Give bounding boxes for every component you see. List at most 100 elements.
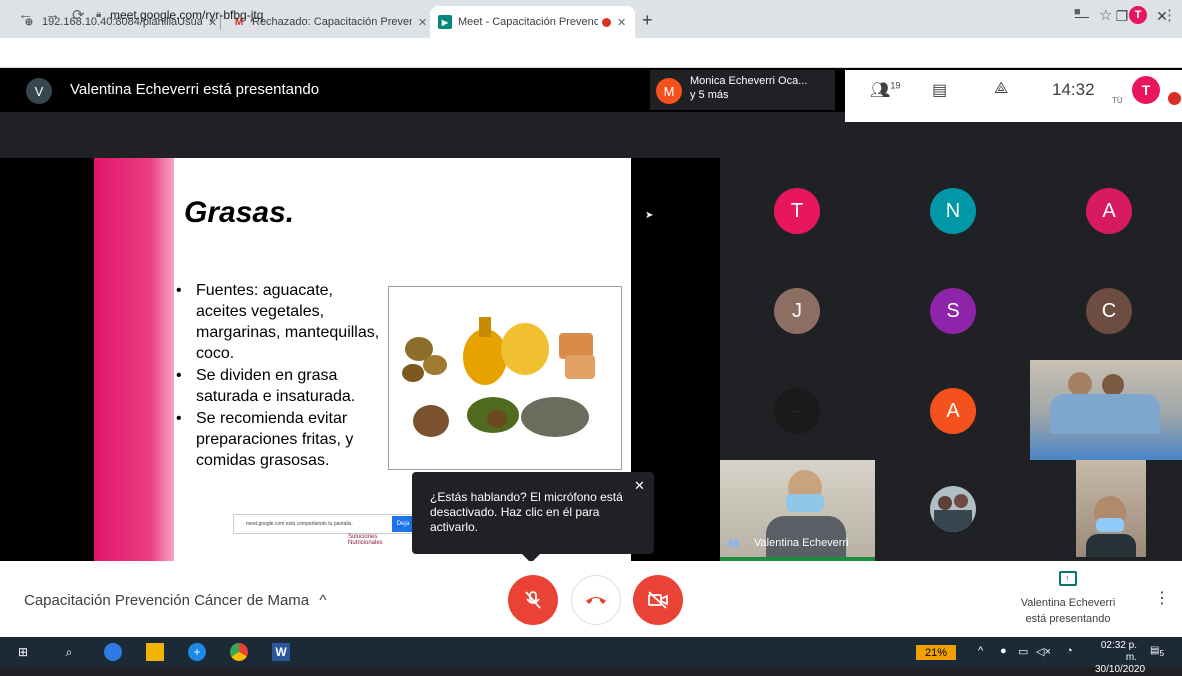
person-head xyxy=(954,494,968,508)
tooltip-close-icon[interactable]: ✕ xyxy=(634,478,645,494)
screen-share-notice: meet.google.com está compartiendo tu pan… xyxy=(233,514,413,534)
hang-up-icon xyxy=(586,597,606,604)
stop-sharing-button[interactable]: Deja xyxy=(392,516,414,532)
presenting-status-name: Valentina Echeverri xyxy=(1020,597,1116,609)
mic-toggle-button[interactable] xyxy=(508,575,558,625)
url-field[interactable]: meet.google.com/ryr-bfbg-jtq xyxy=(110,8,263,22)
more-options-icon[interactable]: ⋮ xyxy=(1154,588,1170,608)
clock-date: 30/10/2020 xyxy=(1095,664,1146,675)
tab-meet[interactable]: ▶ Meet - Capacitación Prevenc ✕ xyxy=(430,6,635,38)
reload-icon[interactable]: ⟳ xyxy=(72,6,85,24)
menu-icon[interactable]: ⋮ xyxy=(1162,6,1177,24)
face-mask xyxy=(786,494,824,512)
clock-time: 02:32 p. m. xyxy=(1100,640,1137,663)
participant-initial: S xyxy=(946,299,960,322)
app-icon[interactable]: + xyxy=(188,643,206,661)
active-speaker-avatar: M xyxy=(656,78,682,104)
participant-avatar: A xyxy=(930,388,976,434)
presenting-status: Valentina Echeverri está presentando xyxy=(1010,595,1126,627)
presenting-label: Valentina Echeverri está presentando xyxy=(70,81,320,98)
person-body xyxy=(1050,394,1160,434)
new-tab-button[interactable]: + xyxy=(642,10,653,31)
network-icon[interactable]: ▭ xyxy=(1018,645,1028,658)
camera-icon[interactable]: ■ xyxy=(1074,6,1081,18)
participant-avatar: J xyxy=(774,288,820,334)
participant-photo-avatar xyxy=(930,486,976,532)
mouse-cursor-icon: ➤ xyxy=(645,210,654,221)
recording-icon xyxy=(602,17,611,27)
meeting-clock: 14:32 xyxy=(1052,80,1095,99)
mic-tray-icon[interactable]: ● xyxy=(1000,645,1007,657)
self-avatar[interactable]: T xyxy=(1132,76,1160,104)
edge-icon[interactable] xyxy=(104,643,122,661)
participant-initial: A xyxy=(946,399,960,422)
profile-avatar[interactable]: T xyxy=(1129,6,1147,24)
slide-bullets: Fuentes: aguacate, aceites vegetales, ma… xyxy=(174,280,384,472)
participant-initial: T xyxy=(790,199,804,222)
participant-initial: A xyxy=(1102,199,1116,222)
participant-initial: C xyxy=(1101,299,1117,322)
star-icon[interactable]: ☆ xyxy=(1099,6,1112,24)
notifications-icon[interactable]: ▤5 xyxy=(1150,645,1164,658)
audio-level-icon: ▮▮ xyxy=(728,538,740,549)
participant-video-tile xyxy=(1030,360,1182,460)
slide-title: Grasas. xyxy=(184,196,295,229)
activities-icon[interactable]: ⟁ xyxy=(994,80,1008,98)
tab-close-icon[interactable]: ✕ xyxy=(418,16,427,29)
meeting-title-text: Capacitación Prevención Cáncer de Mama xyxy=(24,592,310,609)
person-head xyxy=(938,496,952,510)
participant-avatar: A xyxy=(1086,188,1132,234)
person-head xyxy=(1068,372,1092,396)
chrome-icon[interactable] xyxy=(230,643,248,661)
slide-bullet: Fuentes: aguacate, aceites vegetales, ma… xyxy=(174,280,384,364)
presenter-avatar: V xyxy=(26,78,52,104)
participant-avatar: C xyxy=(1086,288,1132,334)
chat-icon[interactable]: ▤ xyxy=(932,80,947,100)
tab-title: Meet - Capacitación Prevenc xyxy=(458,16,598,28)
meeting-title[interactable]: Capacitación Prevención Cáncer de Mama ^ xyxy=(24,592,326,609)
present-now-icon[interactable]: ↑ xyxy=(1059,571,1077,586)
slide-bullet: Se dividen en grasa saturada e insaturad… xyxy=(174,365,384,407)
presenting-status-text: está presentando xyxy=(1025,613,1111,625)
participant-avatar: N xyxy=(930,188,976,234)
search-icon[interactable]: ⌕ xyxy=(60,643,78,661)
word-icon[interactable]: W xyxy=(272,643,290,661)
logo-text: Nutricionales xyxy=(348,540,383,546)
taskbar-clock[interactable]: 02:32 p. m. 30/10/2020 xyxy=(1095,640,1146,676)
volume-icon[interactable]: ◁× xyxy=(1036,645,1051,658)
forward-icon[interactable]: → xyxy=(45,6,60,23)
camera-toggle-button[interactable] xyxy=(633,575,683,625)
fats-food-image xyxy=(388,286,622,470)
mic-off-badge-icon xyxy=(1168,92,1181,105)
speaker-more-text: y 5 más xyxy=(690,89,729,101)
person-body xyxy=(1086,534,1136,557)
tab-close-icon[interactable]: ✕ xyxy=(617,16,626,29)
windows-start-icon[interactable]: ⊞ xyxy=(14,643,32,661)
person-body xyxy=(934,510,972,532)
speaker-name-text: Monica Echeverri Oca... xyxy=(690,75,808,87)
slide-accent-band xyxy=(94,158,174,561)
file-explorer-icon[interactable] xyxy=(146,643,164,661)
back-icon[interactable]: ← xyxy=(18,6,33,23)
participant-video-tile xyxy=(1076,460,1146,557)
tray-chevron-icon[interactable]: ^ xyxy=(978,645,983,657)
arrow-up-icon: ↑ xyxy=(1065,573,1070,583)
participants-count: 19 xyxy=(890,80,901,91)
minimize-button[interactable]: — xyxy=(1062,8,1102,24)
person-head xyxy=(1102,374,1124,396)
face-mask xyxy=(1096,518,1124,532)
video-tile-name: Valentina Echeverri xyxy=(754,537,849,549)
slide-logo: Soluciones Nutricionales xyxy=(348,534,383,546)
battery-indicator[interactable]: 21% xyxy=(916,645,956,660)
participant-avatar: S xyxy=(930,288,976,334)
notifications-count: 5 xyxy=(1159,648,1165,658)
camera-off-icon xyxy=(648,591,668,609)
people-icon[interactable]: 👥︎19 xyxy=(870,80,900,100)
wifi-icon[interactable]: ◔ xyxy=(1066,645,1073,657)
slide-bullet: Se recomienda evitar preparaciones frita… xyxy=(174,408,384,471)
hang-up-button[interactable] xyxy=(571,575,621,625)
lock-icon: 🔒︎ xyxy=(96,9,102,20)
chevron-up-icon: ^ xyxy=(319,592,327,609)
participant-image-avatar: · · · xyxy=(774,388,820,434)
self-label: TÚ xyxy=(1112,96,1123,105)
